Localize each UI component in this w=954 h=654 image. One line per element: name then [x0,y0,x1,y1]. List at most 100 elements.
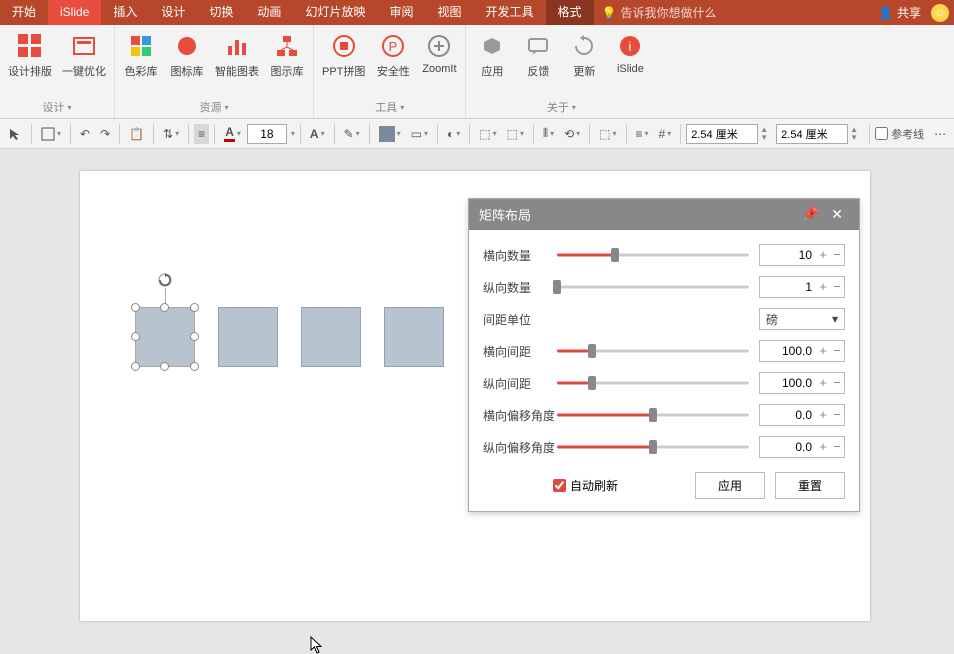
slider-h-gap[interactable] [557,344,749,358]
spin-up[interactable]: + [816,245,830,265]
handle-br[interactable] [190,362,199,371]
tb-shapes[interactable]: ▾ [37,124,65,144]
btn-design-layout[interactable]: 设计排版 [8,33,52,79]
tab-animation[interactable]: 动画 [245,0,293,25]
guides-check[interactable]: 参考线 [875,126,924,142]
tb-fill-color[interactable]: ▾ [375,123,405,145]
handle-bl[interactable] [131,362,140,371]
tb-redo[interactable]: ↷ [96,124,114,144]
btn-one-click[interactable]: 一键优化 [62,33,106,79]
tab-transition[interactable]: 切换 [197,0,245,25]
apply-button[interactable]: 应用 [695,472,765,499]
tab-design[interactable]: 设计 [149,0,197,25]
share-button[interactable]: 👤 共享 [878,4,921,21]
slider-v-gap[interactable] [557,376,749,390]
handle-tl[interactable] [131,303,140,312]
handle-tr[interactable] [190,303,199,312]
handle-mr[interactable] [190,332,199,341]
input-h-off[interactable] [760,408,816,422]
tab-start[interactable]: 开始 [0,0,48,25]
close-icon[interactable]: ✕ [825,206,849,223]
btn-security[interactable]: P安全性 [375,33,411,79]
handle-ml[interactable] [131,332,140,341]
tb-arrange1[interactable]: ⬚▾ [475,124,500,144]
btn-colors[interactable]: 色彩库 [123,33,159,79]
spin-down[interactable]: − [830,341,844,361]
auto-refresh-check[interactable]: 自动刷新 [553,477,618,494]
spin-down[interactable]: − [830,405,844,425]
btn-islide-about[interactable]: iiSlide [612,33,648,75]
btn-smart-chart[interactable]: 智能图表 [215,33,259,79]
shape-4[interactable] [384,307,444,367]
font-size-dd[interactable]: ▾ [291,129,295,138]
spin-up[interactable]: + [816,437,830,457]
slider-v-count[interactable] [557,280,749,294]
tb-outline[interactable]: ▭▾ [407,124,432,144]
shape-3[interactable] [301,307,361,367]
tab-dev[interactable]: 开发工具 [473,0,545,25]
tb-font-color[interactable]: A▾ [220,122,245,145]
height-down[interactable]: ▼ [850,134,858,142]
tb-undo[interactable]: ↶ [76,124,94,144]
spin-up[interactable]: + [816,373,830,393]
width-down[interactable]: ▼ [760,134,768,142]
btn-apps[interactable]: 应用 [474,33,510,79]
reset-button[interactable]: 重置 [775,472,845,499]
btn-update[interactable]: 更新 [566,33,602,79]
btn-zoomit[interactable]: ZoomIt [421,33,457,75]
tab-slideshow[interactable]: 幻灯片放映 [293,0,377,25]
tb-align[interactable]: ≡▾ [632,124,653,144]
handle-bc[interactable] [160,362,169,371]
input-h-gap[interactable] [760,344,816,358]
tb-group[interactable]: ⬚▾ [595,124,620,144]
tell-me[interactable]: 💡 告诉我你想做什么 [602,4,717,21]
input-v-gap[interactable] [760,376,816,390]
height-input[interactable] [776,124,848,144]
tb-select[interactable] [4,124,26,144]
tb-line-spacing[interactable]: ⇅▾ [159,124,183,144]
spin-down[interactable]: − [830,245,844,265]
spin-up[interactable]: + [816,405,830,425]
tab-islide[interactable]: iSlide [48,0,101,25]
btn-icons[interactable]: 图标库 [169,33,205,79]
input-h-count[interactable] [760,248,816,262]
slider-v-off[interactable] [557,440,749,454]
tb-effects[interactable]: ◐▾ [443,124,464,144]
tab-view[interactable]: 视图 [425,0,473,25]
spin-down[interactable]: − [830,277,844,297]
tab-review[interactable]: 审阅 [377,0,425,25]
spin-down[interactable]: − [830,437,844,457]
rotate-handle[interactable] [157,272,173,288]
tab-insert[interactable]: 插入 [101,0,149,25]
btn-ppt-collage[interactable]: PPT拼图 [322,33,365,79]
tb-highlight[interactable]: ✎▾ [340,124,364,144]
smile-icon[interactable]: ☺ [931,4,949,22]
width-input[interactable] [686,124,758,144]
row-h-gap: 横向间距 +− [483,340,845,362]
panel-header[interactable]: 矩阵布局 📌 ✕ [469,199,859,230]
tb-align-left[interactable]: ≡ [194,124,209,144]
shape-2[interactable] [218,307,278,367]
input-v-count[interactable] [760,280,816,294]
spin-down[interactable]: − [830,373,844,393]
handle-tc[interactable] [160,303,169,312]
btn-diagrams[interactable]: 图示库 [269,33,305,79]
select-unit[interactable]: 磅▾ [759,308,845,330]
slider-h-count[interactable] [557,248,749,262]
tb-text-effects[interactable]: A▾ [306,124,329,144]
spin-up[interactable]: + [816,341,830,361]
tb-paste[interactable]: 📋 [125,124,148,144]
tb-more[interactable]: ⋯ [930,124,950,144]
tb-distribute[interactable]: ⫴▾ [539,123,558,144]
tb-rotate[interactable]: ⟲▾ [560,124,584,144]
btn-feedback[interactable]: 反馈 [520,33,556,79]
slider-h-off[interactable] [557,408,749,422]
tab-format[interactable]: 格式 [546,0,594,25]
input-v-off[interactable] [760,440,816,454]
tb-arrange2[interactable]: ⬚▾ [503,124,528,144]
spin-up[interactable]: + [816,277,830,297]
font-size-input[interactable] [247,124,287,144]
pin-icon[interactable]: 📌 [796,206,825,223]
tb-snap[interactable]: #▾ [655,124,676,144]
shape-selected[interactable] [135,307,195,367]
